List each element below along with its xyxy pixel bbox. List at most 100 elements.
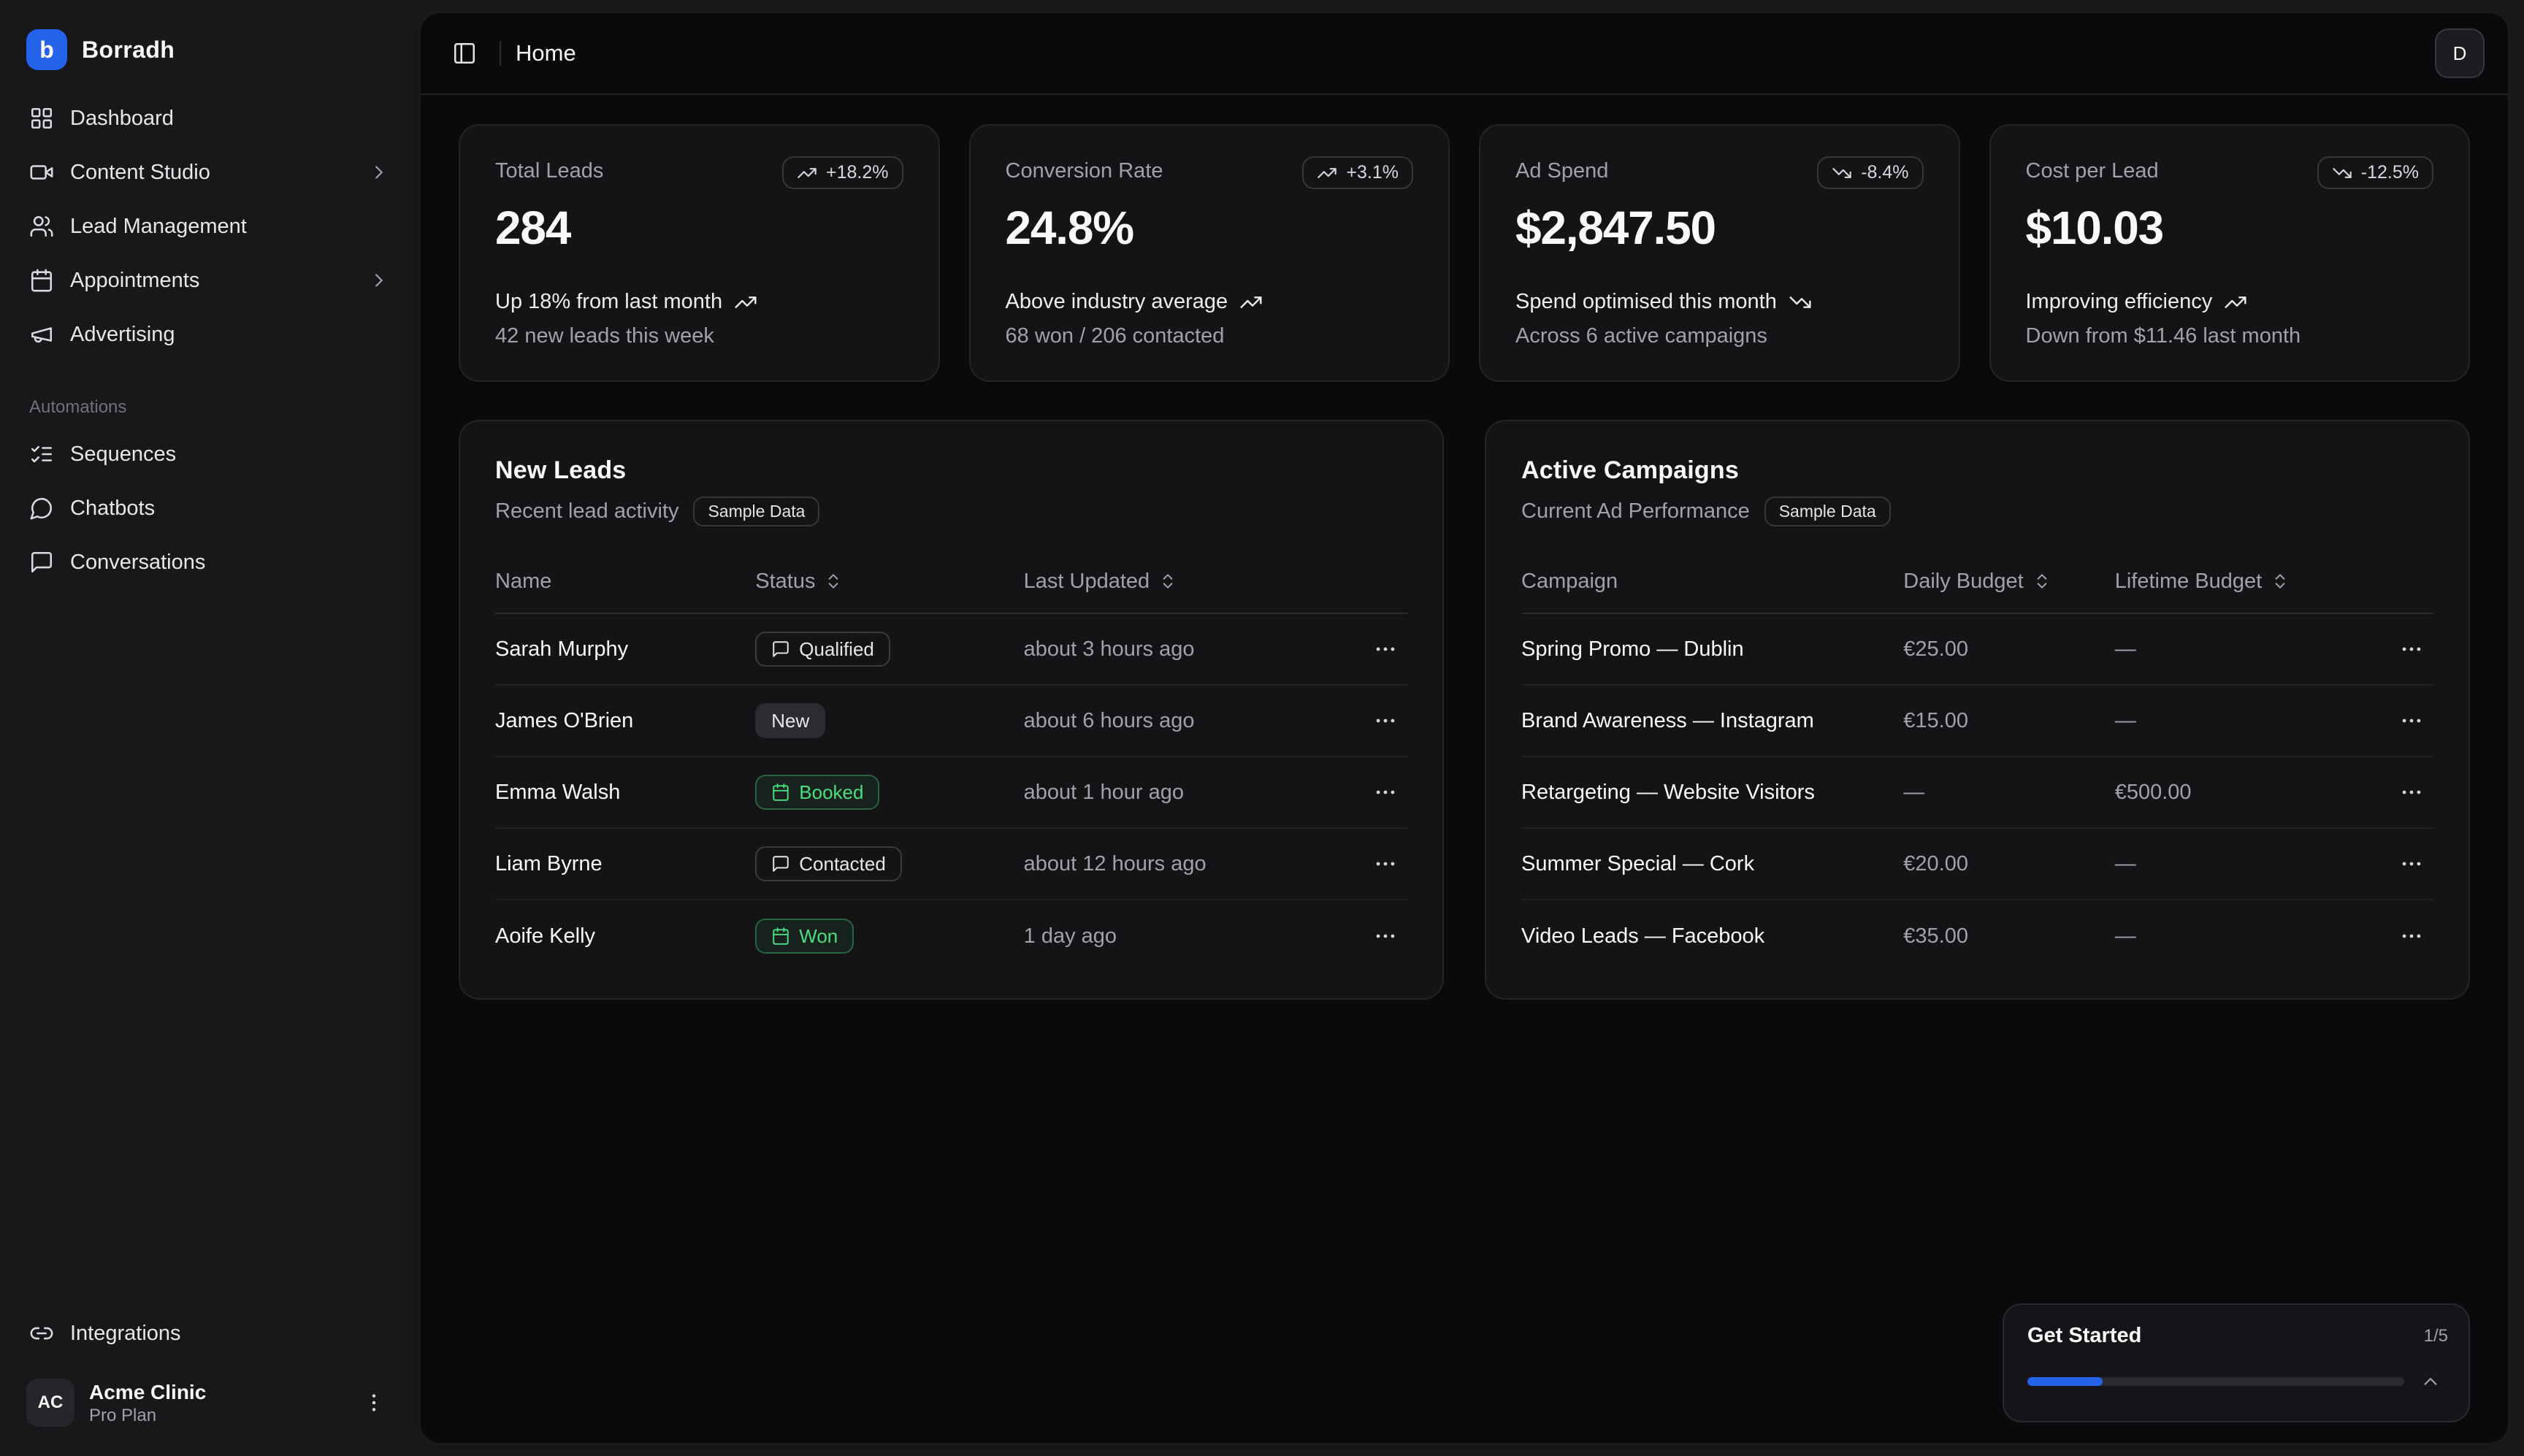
lead-updated: about 6 hours ago [1024, 709, 1349, 733]
chevron-right-icon [368, 161, 390, 183]
row-actions-button[interactable] [1364, 770, 1407, 814]
more-horizontal-icon [2399, 780, 2424, 805]
lead-row: Sarah Murphy Qualified about 3 hours ago [495, 614, 1407, 686]
column-header-daily-budget[interactable]: Daily Budget [1903, 570, 2114, 594]
user-avatar[interactable]: D [2435, 28, 2485, 78]
row-actions-button[interactable] [1364, 699, 1407, 743]
stat-value: $2,847.50 [1515, 201, 1924, 255]
campaign-row: Summer Special — Cork €20.00 — [1521, 829, 2433, 900]
org-switcher[interactable]: AC Acme Clinic Pro Plan [15, 1370, 405, 1436]
status-badge: Qualified [755, 632, 890, 667]
sidebar-toggle-button[interactable] [441, 30, 488, 77]
stat-card-total-leads: Total Leads +18.2% 284 Up 18% from last … [459, 124, 940, 382]
more-horizontal-icon [2399, 851, 2424, 876]
campaign-lifetime-budget: — [2115, 637, 2375, 662]
lead-updated: about 3 hours ago [1024, 637, 1349, 662]
row-actions-button[interactable] [2390, 770, 2433, 814]
stat-value: 284 [495, 201, 903, 255]
get-started-progress-track [2027, 1377, 2404, 1386]
org-menu-button[interactable] [355, 1384, 393, 1422]
sidebar-item-label: Conversations [70, 551, 205, 575]
campaign-row: Spring Promo — Dublin €25.00 — [1521, 614, 2433, 686]
video-icon [29, 160, 54, 185]
lead-updated: about 1 hour ago [1024, 781, 1349, 805]
stat-footer-main: Spend optimised this month [1515, 290, 1924, 314]
campaign-row: Video Leads — Facebook €35.00 — [1521, 900, 2433, 972]
sidebar-item-dashboard[interactable]: Dashboard [15, 93, 405, 143]
campaign-name: Video Leads — Facebook [1521, 924, 1903, 949]
stat-footer-sub: 68 won / 206 contacted [1006, 324, 1414, 348]
panel-left-icon [452, 41, 477, 66]
sidebar-item-integrations[interactable]: Integrations [15, 1309, 405, 1358]
campaign-daily-budget: €20.00 [1903, 852, 2114, 876]
stat-footer-sub: Across 6 active campaigns [1515, 324, 1924, 348]
lead-row: James O'Brien New about 6 hours ago [495, 686, 1407, 757]
calendar-icon [29, 268, 54, 293]
campaign-lifetime-budget: — [2115, 709, 2375, 733]
column-header-name: Name [495, 570, 755, 594]
sidebar-item-lead-management[interactable]: Lead Management [15, 202, 405, 251]
row-actions-button[interactable] [2390, 842, 2433, 886]
dashboard-grid-icon [29, 106, 54, 131]
stat-title: Total Leads [495, 156, 603, 183]
sidebar-item-chatbots[interactable]: Chatbots [15, 483, 405, 533]
row-actions-button[interactable] [1364, 627, 1407, 671]
status-badge: Contacted [755, 846, 902, 881]
sort-icon [824, 572, 843, 591]
kebab-vertical-icon [362, 1391, 386, 1414]
campaign-lifetime-budget: — [2115, 852, 2375, 876]
message-square-icon [771, 640, 790, 659]
row-actions-button[interactable] [2390, 699, 2433, 743]
stat-card-cost-per-lead: Cost per Lead -12.5% $10.03 Improving ef… [1989, 124, 2471, 382]
campaign-lifetime-budget: — [2115, 924, 2375, 949]
sidebar-item-conversations[interactable]: Conversations [15, 537, 405, 587]
sidebar-item-content-studio[interactable]: Content Studio [15, 147, 405, 197]
panels-row: New Leads Recent lead activity Sample Da… [459, 420, 2470, 1000]
table-header: Campaign Daily Budget Lifetime Budget [1521, 550, 2433, 614]
trending-down-icon [1832, 163, 1852, 183]
campaign-lifetime-budget: €500.00 [2115, 781, 2375, 805]
campaign-daily-budget: €35.00 [1903, 924, 2114, 949]
lead-name: Sarah Murphy [495, 637, 755, 662]
row-actions-button[interactable] [1364, 842, 1407, 886]
sidebar-spacer [15, 587, 405, 1309]
status-badge: Won [755, 919, 854, 954]
lead-row: Emma Walsh Booked about 1 hour ago [495, 757, 1407, 829]
panel-subtitle: Recent lead activity [495, 499, 678, 524]
panel-title: Active Campaigns [1521, 456, 2433, 485]
column-header-status[interactable]: Status [755, 570, 1023, 594]
calendar-icon [771, 927, 790, 946]
row-actions-button[interactable] [2390, 914, 2433, 958]
campaign-name: Retargeting — Website Visitors [1521, 781, 1903, 805]
get-started-card: Get Started 1/5 [2003, 1303, 2470, 1422]
sidebar-item-sequences[interactable]: Sequences [15, 429, 405, 479]
app-logo-icon: b [26, 29, 67, 70]
lead-row: Liam Byrne Contacted about 12 hours ago [495, 829, 1407, 900]
column-header-lifetime-budget[interactable]: Lifetime Budget [2115, 570, 2375, 594]
lead-row: Aoife Kelly Won 1 day ago [495, 900, 1407, 972]
get-started-progress-label: 1/5 [2424, 1326, 2448, 1346]
sidebar-item-advertising[interactable]: Advertising [15, 310, 405, 359]
sidebar-item-label: Appointments [70, 269, 199, 293]
stat-title: Ad Spend [1515, 156, 1608, 183]
lead-name: James O'Brien [495, 709, 755, 733]
topbar-divider [500, 41, 501, 66]
row-actions-button[interactable] [1364, 914, 1407, 958]
stat-card-ad-spend: Ad Spend -8.4% $2,847.50 Spend optimised… [1479, 124, 1960, 382]
stat-footer-main: Up 18% from last month [495, 290, 903, 314]
get-started-collapse-button[interactable] [2413, 1364, 2448, 1399]
stat-title: Conversion Rate [1006, 156, 1163, 183]
status-badge: Booked [755, 775, 879, 810]
stat-title: Cost per Lead [2026, 156, 2159, 183]
sidebar-item-appointments[interactable]: Appointments [15, 256, 405, 305]
stats-row: Total Leads +18.2% 284 Up 18% from last … [459, 124, 2470, 382]
stat-footer-main: Improving efficiency [2026, 290, 2434, 314]
brand-name: Borradh [82, 37, 175, 64]
row-actions-button[interactable] [2390, 627, 2433, 671]
campaign-daily-budget: €25.00 [1903, 637, 2114, 662]
org-avatar: AC [26, 1379, 74, 1427]
sidebar-item-label: Chatbots [70, 497, 155, 521]
column-header-last-updated[interactable]: Last Updated [1024, 570, 1349, 594]
main-panel: Home D Total Leads +18.2% 284 [419, 12, 2509, 1444]
more-horizontal-icon [1373, 708, 1398, 733]
